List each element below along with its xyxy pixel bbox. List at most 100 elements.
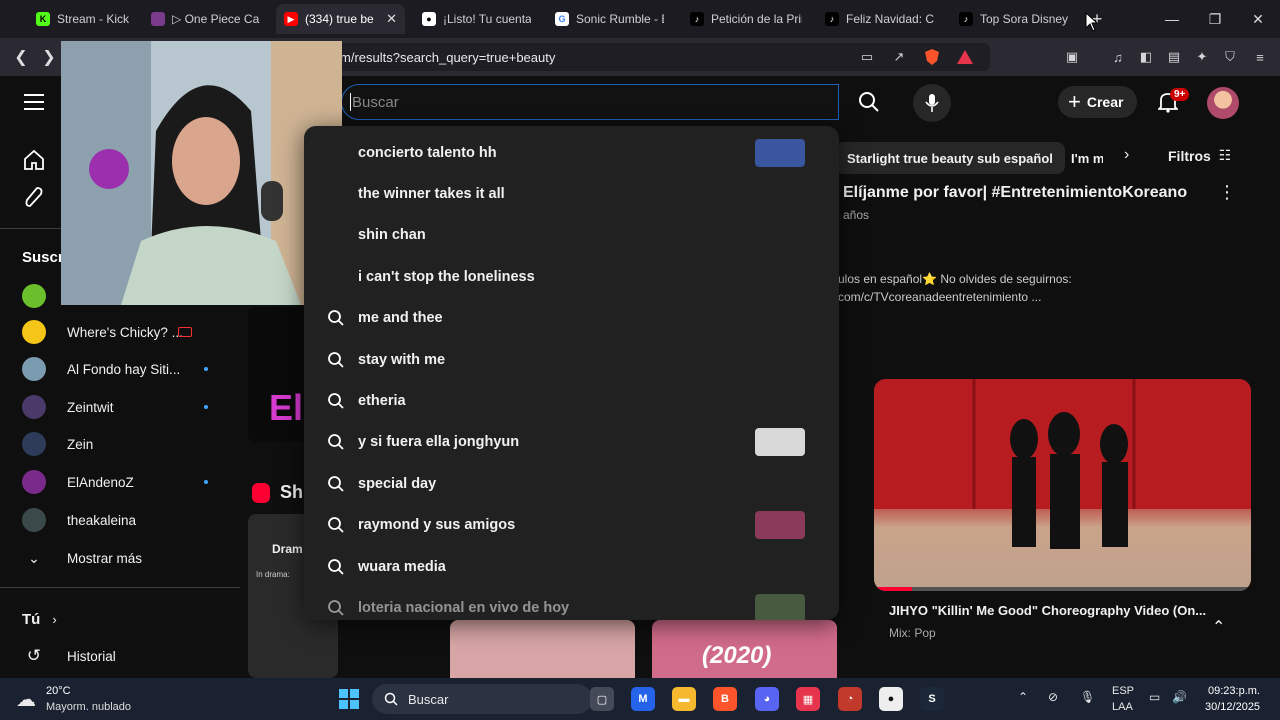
suggestion-item[interactable]: raymond y sus amigos — [304, 505, 839, 546]
cast-icon[interactable]: ▭ — [857, 47, 877, 67]
suggestion-item[interactable]: wuara media — [304, 546, 839, 587]
volume-icon[interactable]: 🔊 — [1172, 690, 1187, 704]
search-icon — [326, 474, 346, 494]
voice-search-button[interactable] — [913, 84, 951, 122]
filter-chip[interactable]: Starlight true beauty sub español — [835, 142, 1065, 174]
suggestion-text: concierto talento hh — [358, 144, 497, 161]
history-link[interactable]: ↺ Historial — [22, 640, 242, 672]
app-icon[interactable]: ▦ — [796, 687, 820, 711]
subscription-item[interactable]: Zein — [22, 428, 242, 460]
tab-cuenta[interactable]: ● ¡Listo! Tu cuenta — [414, 4, 539, 34]
search-button[interactable] — [846, 84, 892, 120]
suggestion-item[interactable]: the winner takes it all — [304, 173, 839, 214]
weather-temp[interactable]: 20°C — [46, 685, 71, 697]
language-top[interactable]: ESP — [1112, 685, 1134, 697]
mix-title[interactable]: JIHYO "Killin' Me Good" Choreography Vid… — [889, 603, 1206, 618]
create-button[interactable]: + Crear — [1058, 86, 1138, 118]
suggestion-item[interactable]: me and thee — [304, 298, 839, 339]
music-queue-icon[interactable]: ♫ — [1108, 47, 1128, 67]
brave-browser-icon[interactable]: B — [713, 687, 737, 711]
guide-menu-icon[interactable] — [24, 94, 44, 110]
microphone-icon[interactable]: 🎙 — [1080, 690, 1095, 704]
tab-youtube-active[interactable]: ▶ (334) true be ✕ — [276, 4, 405, 34]
close-tab-icon[interactable]: ✕ — [386, 11, 397, 27]
reader-mode-icon[interactable]: ▣ — [1062, 47, 1082, 67]
subscription-item[interactable]: ElAndenoZ — [22, 466, 242, 498]
forward-arrow-icon[interactable]: ❯ — [38, 46, 60, 68]
suggestion-item[interactable]: loteria nacional en vivo de hoy — [304, 587, 839, 620]
account-avatar[interactable] — [1207, 87, 1239, 119]
tab-feliz-navidad[interactable]: ♪ Feliz Navidad: Cel — [817, 4, 942, 34]
tab-sonic-rumble[interactable]: G Sonic Rumble - B — [547, 4, 672, 34]
back-arrow-icon[interactable]: ❮ — [10, 46, 32, 68]
suggestion-item[interactable]: etheria — [304, 380, 839, 421]
share-icon[interactable]: ↗ — [889, 47, 909, 67]
suggestion-item[interactable]: special day — [304, 463, 839, 504]
vpn-shield-icon[interactable]: ⛉ — [1220, 47, 1240, 67]
brave-rewards-icon[interactable] — [955, 47, 975, 67]
close-window-icon[interactable]: ✕ — [1243, 8, 1273, 30]
video-title[interactable]: Elíjanme por favor| #EntretenimientoKore… — [843, 184, 1187, 202]
chevron-up-icon[interactable]: ⌃ — [1018, 690, 1028, 704]
obs-icon[interactable]: ● — [879, 687, 903, 711]
subscription-item[interactable]: theakaleina — [22, 504, 242, 536]
filter-chip[interactable]: I'm m — [1061, 142, 1103, 174]
taskbar-search[interactable]: Buscar — [372, 684, 592, 714]
suggestion-item[interactable]: shin chan — [304, 215, 839, 256]
short-thumbnail[interactable] — [450, 620, 635, 678]
subscriptions-title[interactable]: Suscr — [22, 249, 64, 266]
windows-start-icon[interactable] — [337, 687, 361, 711]
app-icon[interactable]: ◔ — [838, 687, 862, 711]
tab-sora-disney[interactable]: ♪ Top Sora Disney P — [951, 4, 1076, 34]
file-explorer-icon[interactable]: ▬ — [672, 687, 696, 711]
clock-time[interactable]: 09:23:p.m. — [1208, 685, 1260, 697]
search-icon — [326, 557, 346, 577]
you-section-link[interactable]: Tú › — [22, 603, 242, 635]
channel-name: Zeintwit — [67, 399, 114, 415]
tab-label: (334) true be — [305, 12, 374, 26]
suggestion-item[interactable]: stay with me — [304, 339, 839, 380]
channel-name: Where's Chicky? ... — [67, 324, 183, 340]
language-bottom[interactable]: LAA — [1112, 701, 1133, 713]
network-off-icon[interactable]: ⊘ — [1048, 690, 1058, 704]
menu-icon[interactable]: ≡ — [1250, 47, 1270, 67]
video-thumbnail[interactable]: El — [248, 307, 308, 442]
tab-kick-stream[interactable]: K Stream - Kick Das — [28, 4, 140, 34]
copilot-app-icon[interactable]: M — [631, 687, 655, 711]
tab-one-piece[interactable]: ▷ One Piece Cap — [143, 4, 268, 34]
tab-peticion[interactable]: ♪ Petición de la Prin — [682, 4, 810, 34]
discord-icon[interactable]: ◕ — [755, 687, 779, 711]
search-icon — [326, 350, 346, 370]
home-icon[interactable] — [22, 148, 46, 172]
filters-button[interactable]: Filtros ☷ — [1168, 147, 1231, 164]
subscription-item[interactable]: Where's Chicky? ... — [22, 316, 242, 348]
suggestion-text: me and thee — [358, 310, 443, 327]
brave-shield-icon[interactable] — [922, 47, 942, 67]
suggestion-item[interactable]: y si fuera ella jonghyun — [304, 422, 839, 463]
weather-desc[interactable]: Mayorm. nublado — [46, 701, 131, 713]
suggestion-text: loteria nacional en vivo de hoy — [358, 599, 570, 616]
restore-icon[interactable]: ❐ — [1200, 8, 1230, 30]
chevron-right-icon[interactable]: › — [1124, 146, 1129, 164]
suggestion-item[interactable]: concierto talento hh — [304, 132, 839, 173]
search-input[interactable]: Buscar — [341, 84, 839, 120]
display-icon[interactable]: ▭ — [1149, 690, 1160, 704]
clock-date[interactable]: 30/12/2025 — [1205, 701, 1260, 713]
shorts-icon[interactable] — [22, 185, 46, 209]
subscription-item[interactable]: Al Fondo hay Siti... — [22, 353, 242, 385]
task-view-icon[interactable]: ▢ — [590, 687, 614, 711]
search-icon — [326, 515, 346, 535]
more-options-icon[interactable]: ⋮ — [1218, 182, 1236, 203]
short-thumbnail[interactable]: (2020) — [652, 620, 837, 678]
leo-ai-icon[interactable]: ✦ — [1192, 47, 1212, 67]
subscription-item[interactable]: Zeintwit — [22, 391, 242, 423]
show-more-button[interactable]: ⌄ Mostrar más — [22, 542, 242, 574]
suggestion-item[interactable]: i can't stop the loneliness — [304, 256, 839, 297]
steam-icon[interactable]: S — [920, 687, 944, 711]
mix-thumbnail[interactable] — [874, 379, 1251, 591]
wallet-icon[interactable]: ▤ — [1164, 47, 1184, 67]
sidebar-toggle-icon[interactable]: ◧ — [1136, 47, 1156, 67]
minimize-icon[interactable]: — — [1157, 8, 1187, 30]
chevron-up-icon[interactable]: ⌃ — [1212, 617, 1225, 637]
new-content-dot — [204, 405, 208, 409]
